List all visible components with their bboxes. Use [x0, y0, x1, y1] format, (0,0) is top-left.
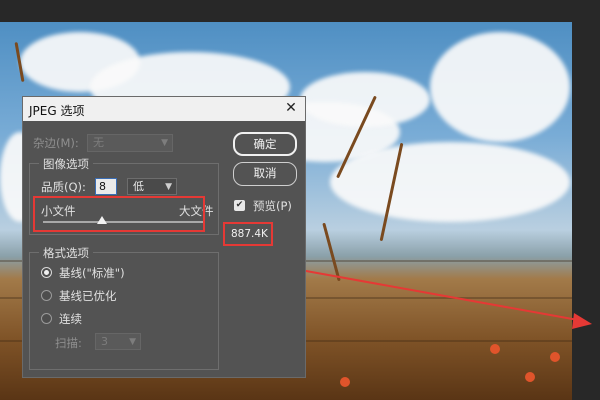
chevron-down-icon: ▼	[161, 138, 168, 148]
quality-label: 品质(Q):	[41, 180, 86, 194]
chevron-down-icon: ▼	[129, 337, 136, 347]
radio-progressive-label: 连续	[59, 312, 82, 326]
ok-button[interactable]: 确定	[233, 132, 297, 156]
preview-checkbox[interactable]: ✔	[234, 200, 245, 211]
highlight-box-slider	[33, 196, 205, 232]
file-size-readout: 887.4K	[231, 228, 268, 240]
radio-baseline-optimized[interactable]	[41, 290, 52, 301]
matte-value: 无	[93, 136, 104, 149]
matte-label: 杂边(M):	[33, 136, 79, 150]
scans-select[interactable]: 3 ▼	[95, 333, 141, 350]
radio-baseline-standard-label: 基线("标准")	[59, 266, 125, 280]
quality-level-select[interactable]: 低 ▼	[127, 178, 177, 195]
scans-label: 扫描:	[55, 336, 82, 350]
radio-progressive[interactable]	[41, 313, 52, 324]
image-options-title: 图像选项	[39, 156, 93, 172]
quality-input[interactable]: 8	[95, 178, 117, 195]
preview-label: 预览(P)	[253, 199, 292, 213]
format-options-title: 格式选项	[39, 245, 93, 261]
scans-value: 3	[101, 335, 108, 348]
dialog-title: JPEG 选项	[29, 104, 85, 118]
matte-select[interactable]: 无 ▼	[87, 134, 173, 152]
radio-baseline-optimized-label: 基线已优化	[59, 289, 117, 303]
dialog-titlebar[interactable]: JPEG 选项 ✕	[23, 97, 305, 121]
chevron-down-icon: ▼	[165, 182, 172, 192]
jpeg-options-dialog: JPEG 选项 ✕ 杂边(M): 无 ▼ 图像选项 品质(Q): 8 低 ▼ 小…	[22, 96, 306, 378]
radio-baseline-standard[interactable]	[41, 267, 52, 278]
quality-level-value: 低	[133, 180, 144, 193]
cancel-button[interactable]: 取消	[233, 162, 297, 186]
close-icon[interactable]: ✕	[283, 100, 299, 116]
